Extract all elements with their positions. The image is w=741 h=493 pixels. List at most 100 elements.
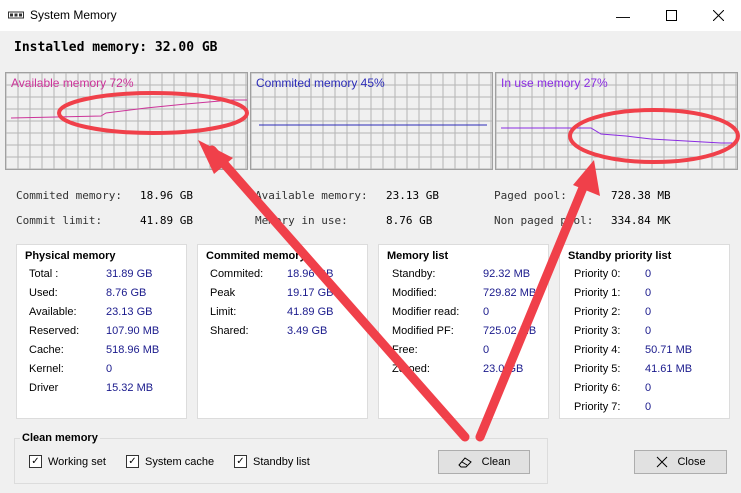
physical-row-value: 23.13 GB xyxy=(106,306,153,318)
commited-row-value: 18.96 GB xyxy=(287,268,334,280)
physical-row-value: 518.96 MB xyxy=(106,344,160,356)
commited-memory-title: Commited memory xyxy=(205,250,307,262)
system-cache-label: System cache xyxy=(145,455,215,468)
close-x-icon xyxy=(657,456,668,468)
clean-memory-title: Clean memory xyxy=(20,432,100,444)
standby-priority-title: Standby priority list xyxy=(567,250,673,262)
commited-memory-stat-value: 18.96 GB xyxy=(140,189,193,202)
non-paged-pool-stat-label: Non paged pool: xyxy=(494,214,594,227)
memory-list-group: Memory list Standby: 92.32 MB Modified: 729… xyxy=(378,244,549,419)
minimize-button[interactable]: — xyxy=(600,0,646,31)
commited-memory-graph: Commited memory 45% xyxy=(250,72,493,170)
standby-row-value: 0 xyxy=(645,401,652,413)
standby-row-label: Priority 3: xyxy=(574,325,621,337)
standby-row-label: Priority 6: xyxy=(574,382,621,394)
check-icon: ✓ xyxy=(29,455,42,468)
memlist-row-label: Modifier read: xyxy=(392,306,460,318)
physical-row-value: 15.32 MB xyxy=(106,382,154,394)
clean-button[interactable]: Clean xyxy=(438,450,530,474)
standby-row-label: Priority 0: xyxy=(574,268,621,280)
close-button[interactable]: Close xyxy=(634,450,727,474)
physical-row-label: Total : xyxy=(29,268,59,280)
standby-row-value: 0 xyxy=(645,306,652,318)
physical-memory-group: Physical memory Total : 31.89 GB Used: 8.76… xyxy=(16,244,187,419)
installed-memory-value: 32.00 GB xyxy=(154,40,218,55)
memory-list-title: Memory list xyxy=(386,250,450,262)
in-use-memory-graph-label: In use memory 27% xyxy=(501,76,608,90)
standby-row-value: 41.61 MB xyxy=(645,363,693,375)
commited-memory-graph-label: Commited memory 45% xyxy=(256,76,385,90)
physical-row-label: Available: xyxy=(29,306,77,318)
memlist-row-value: 729.82 MB xyxy=(483,287,537,299)
standby-priority-group: Standby priority list Priority 0: 0 Priori… xyxy=(559,244,730,419)
memlist-row-label: Standby: xyxy=(392,268,436,280)
memory-in-use-stat-label: Memory in use: xyxy=(255,214,348,227)
in-use-memory-graph: In use memory 27% xyxy=(495,72,738,170)
memlist-row-label: Zeroed: xyxy=(392,363,430,375)
commited-row-label: Shared: xyxy=(210,325,249,337)
system-cache-checkbox[interactable]: ✓ System cache xyxy=(126,455,214,468)
eraser-icon xyxy=(457,457,472,468)
physical-row-label: Cache: xyxy=(29,344,64,356)
standby-row-label: Priority 4: xyxy=(574,344,621,356)
standby-row-value: 0 xyxy=(645,268,652,280)
standby-row-label: Priority 1: xyxy=(574,287,621,299)
working-set-checkbox[interactable]: ✓ Working set xyxy=(29,455,106,468)
commited-row-value: 19.17 GB xyxy=(287,287,334,299)
standby-row-label: Priority 5: xyxy=(574,363,621,375)
available-memory-stat-label: Available memory: xyxy=(255,189,368,202)
available-memory-graph: Available memory 72% xyxy=(5,72,248,170)
physical-row-label: Reserved: xyxy=(29,325,80,337)
paged-pool-stat-label: Paged pool: xyxy=(494,189,567,202)
physical-row-label: Used: xyxy=(29,287,58,299)
commited-row-label: Limit: xyxy=(210,306,237,318)
memlist-row-label: Modified PF: xyxy=(392,325,454,337)
physical-row-value: 31.89 GB xyxy=(106,268,153,280)
memlist-row-label: Free: xyxy=(392,344,418,356)
close-button-label: Close xyxy=(677,456,706,468)
standby-row-label: Priority 7: xyxy=(574,401,621,413)
memlist-row-value: 92.32 MB xyxy=(483,268,531,280)
commited-row-value: 41.89 GB xyxy=(287,306,334,318)
memlist-row-value: 725.02 MB xyxy=(483,325,537,337)
close-icon xyxy=(712,10,724,21)
standby-row-label: Priority 2: xyxy=(574,306,621,318)
maximize-icon xyxy=(665,10,677,21)
available-memory-stat-value: 23.13 GB xyxy=(386,189,439,202)
memory-chip-icon xyxy=(8,11,24,19)
standby-row-value: 0 xyxy=(645,287,652,299)
paged-pool-stat-value: 728.38 MB xyxy=(611,189,671,202)
available-memory-graph-label: Available memory 72% xyxy=(11,76,134,90)
maximize-button[interactable] xyxy=(648,0,694,31)
commited-memory-group: Commited memory Commited: 18.96 GB Peak 19.… xyxy=(197,244,368,419)
commit-limit-stat-value: 41.89 GB xyxy=(140,214,193,227)
standby-list-checkbox[interactable]: ✓ Standby list xyxy=(234,455,310,468)
commited-memory-stat-label: Commited memory: xyxy=(16,189,122,202)
non-paged-pool-stat-value: 334.84 MK xyxy=(611,214,671,227)
physical-memory-title: Physical memory xyxy=(24,250,117,262)
commited-row-label: Commited: xyxy=(210,268,264,280)
memlist-row-value: 23.0 GB xyxy=(483,363,524,375)
memlist-row-label: Modified: xyxy=(392,287,437,299)
physical-row-label: Driver xyxy=(29,382,59,394)
memlist-row-value: 0 xyxy=(483,306,490,318)
physical-row-label: Kernel: xyxy=(29,363,64,375)
window-title: System Memory xyxy=(30,8,117,22)
close-window-button[interactable] xyxy=(695,0,741,31)
physical-row-value: 0 xyxy=(106,363,113,375)
memory-in-use-stat-value: 8.76 GB xyxy=(386,214,433,227)
working-set-label: Working set xyxy=(48,455,106,468)
commited-row-value: 3.49 GB xyxy=(287,325,328,337)
memlist-row-value: 0 xyxy=(483,344,490,356)
physical-row-value: 8.76 GB xyxy=(106,287,147,299)
commited-row-label: Peak xyxy=(210,287,236,299)
installed-memory-label: Installed memory: xyxy=(14,40,148,55)
check-icon: ✓ xyxy=(234,455,247,468)
standby-row-value: 50.71 MB xyxy=(645,344,693,356)
standby-row-value: 0 xyxy=(645,325,652,337)
standby-row-value: 0 xyxy=(645,382,652,394)
clean-button-label: Clean xyxy=(481,456,511,468)
minimize-icon: — xyxy=(616,7,630,24)
check-icon: ✓ xyxy=(126,455,139,468)
commit-limit-stat-label: Commit limit: xyxy=(16,214,103,227)
